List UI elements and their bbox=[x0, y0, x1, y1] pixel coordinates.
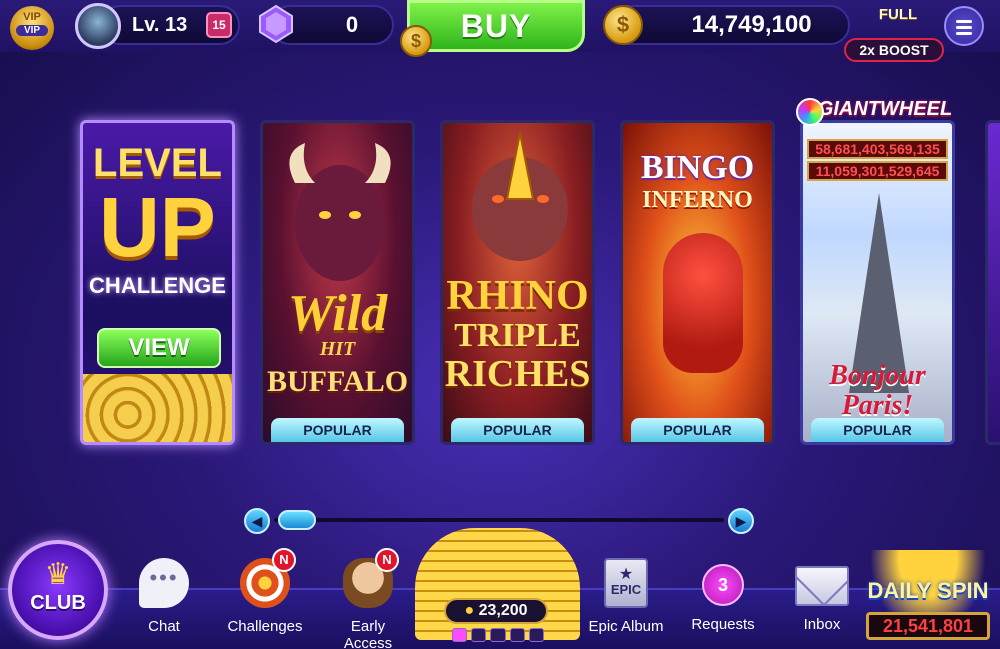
challenges-label: Challenges bbox=[227, 618, 303, 635]
gold-coins-image bbox=[83, 374, 232, 442]
target-icon: N bbox=[240, 548, 296, 608]
envelope-icon bbox=[795, 566, 849, 606]
bonus-prize-amount[interactable]: ● 23,200 bbox=[444, 598, 548, 624]
devil-character-image bbox=[663, 233, 743, 373]
jackpot-value: 58,681,403,569,135 bbox=[807, 139, 948, 159]
bingo-inferno-card[interactable]: BINGO INFERNO POPULAR bbox=[620, 120, 775, 445]
giant-wheel-title: GIANTWHEEL bbox=[817, 98, 953, 120]
card-title-line2: UP bbox=[99, 180, 216, 274]
early-access-button[interactable]: N Early Access bbox=[326, 548, 410, 649]
daily-spin-button[interactable]: DAILY SPIN 21,541,801 bbox=[860, 550, 996, 646]
star-icon: ★ bbox=[618, 566, 634, 583]
coin-icon: $ bbox=[400, 25, 432, 57]
scroll-thumb[interactable] bbox=[278, 510, 316, 530]
buy-button[interactable]: BUY bbox=[407, 0, 585, 52]
chat-button[interactable]: ••• Chat bbox=[132, 558, 196, 648]
avatar[interactable] bbox=[75, 3, 121, 49]
early-access-label: Early Access bbox=[343, 618, 393, 649]
vip-coin-icon: VIP bbox=[23, 11, 41, 23]
inbox-button[interactable]: Inbox bbox=[790, 558, 854, 648]
coin-icon: ● bbox=[464, 602, 475, 619]
card-title-line1: LEVEL bbox=[93, 141, 222, 185]
popular-tag: POPULAR bbox=[451, 418, 584, 442]
buffalo-image bbox=[289, 143, 391, 281]
giant-wheel-icon bbox=[796, 98, 824, 126]
card-title-line1: BINGO bbox=[640, 149, 755, 186]
club-button[interactable]: ♛ CLUB bbox=[8, 540, 108, 640]
daily-spin-value: 21,541,801 bbox=[866, 612, 990, 640]
giant-wheel-paris-card[interactable]: 58,681,403,569,135 11,059,301,529,645 Bo… bbox=[800, 120, 955, 445]
requests-badge-icon: 3 bbox=[702, 564, 744, 606]
rhino-image bbox=[472, 132, 568, 261]
card-title-line2: HIT bbox=[319, 338, 356, 360]
game-carousel: LEVEL UP CHALLENGE VIEW Wild HIT BUFFALO… bbox=[0, 120, 1000, 445]
bonus-prize-value: 23,200 bbox=[478, 602, 528, 619]
epic-album-button[interactable]: ★ EPIC Epic Album bbox=[584, 558, 668, 648]
bonus-progress-dots bbox=[452, 628, 545, 642]
gems-count: 0 bbox=[345, 12, 359, 37]
scroll-right-arrow-icon[interactable]: ▶ bbox=[728, 508, 754, 534]
chat-label: Chat bbox=[148, 618, 180, 635]
card-title-line1: RHINO bbox=[446, 273, 589, 319]
challenges-button[interactable]: N Challenges bbox=[222, 548, 308, 648]
coin-balance-icon: $ bbox=[603, 5, 643, 45]
card-title-line3: BUFFALO bbox=[266, 365, 409, 398]
requests-label: Requests bbox=[691, 616, 755, 633]
card-title-line3: RICHES bbox=[444, 353, 591, 395]
wild-hit-buffalo-card[interactable]: Wild HIT BUFFALO POPULAR bbox=[260, 120, 415, 445]
full-label: FULL bbox=[878, 6, 918, 23]
new-badge: N bbox=[375, 548, 399, 572]
rhino-triple-riches-card[interactable]: RHINO TRIPLE RICHES POPULAR bbox=[440, 120, 595, 445]
view-button[interactable]: VIEW bbox=[97, 328, 221, 368]
popular-tag: POPULAR bbox=[271, 418, 404, 442]
popular-tag: POPULAR bbox=[811, 418, 944, 442]
card-title-line2: TRIPLE bbox=[454, 317, 581, 354]
level-label: Lv. 13 bbox=[132, 14, 188, 36]
chat-bubble-icon: ••• bbox=[139, 558, 189, 608]
gift-icon[interactable]: 15 bbox=[206, 12, 232, 38]
vip-label: VIP bbox=[16, 25, 48, 36]
level-up-challenge-card[interactable]: LEVEL UP CHALLENGE VIEW bbox=[80, 120, 235, 445]
boost-badge[interactable]: 2x BOOST bbox=[844, 38, 944, 62]
gem-icon bbox=[259, 4, 293, 44]
scroll-track[interactable] bbox=[274, 518, 724, 522]
card-title-line1: Bonjour Paris! bbox=[829, 360, 926, 421]
crown-icon: ♛ bbox=[44, 558, 72, 591]
jackpot-value: 11,059,301,529,645 bbox=[807, 161, 948, 181]
vip-button[interactable]: VIP VIP bbox=[10, 6, 54, 50]
inbox-label: Inbox bbox=[803, 616, 841, 633]
epic-icon-text: EPIC bbox=[610, 582, 642, 597]
scroll-left-arrow-icon[interactable]: ◀ bbox=[244, 508, 270, 534]
card-title-line2: INFERNO bbox=[642, 187, 753, 213]
coin-balance: 14,749,100 bbox=[691, 11, 812, 38]
epic-album-label: Epic Album bbox=[588, 618, 664, 635]
next-game-card-partial[interactable] bbox=[985, 120, 1000, 445]
hamburger-menu-icon[interactable] bbox=[944, 6, 984, 46]
epic-album-icon: ★ EPIC bbox=[604, 558, 648, 608]
level-pill[interactable]: Lv. 13 15 bbox=[100, 5, 240, 45]
club-label: CLUB bbox=[30, 592, 86, 614]
requests-button[interactable]: 3 Requests bbox=[688, 558, 758, 648]
new-badge: N bbox=[272, 548, 296, 572]
daily-spin-label: DAILY SPIN bbox=[867, 578, 989, 603]
popular-tag: POPULAR bbox=[631, 418, 764, 442]
card-title-line3: CHALLENGE bbox=[89, 273, 226, 298]
card-title-line1: Wild bbox=[287, 285, 388, 342]
detective-character-icon: N bbox=[343, 548, 399, 608]
